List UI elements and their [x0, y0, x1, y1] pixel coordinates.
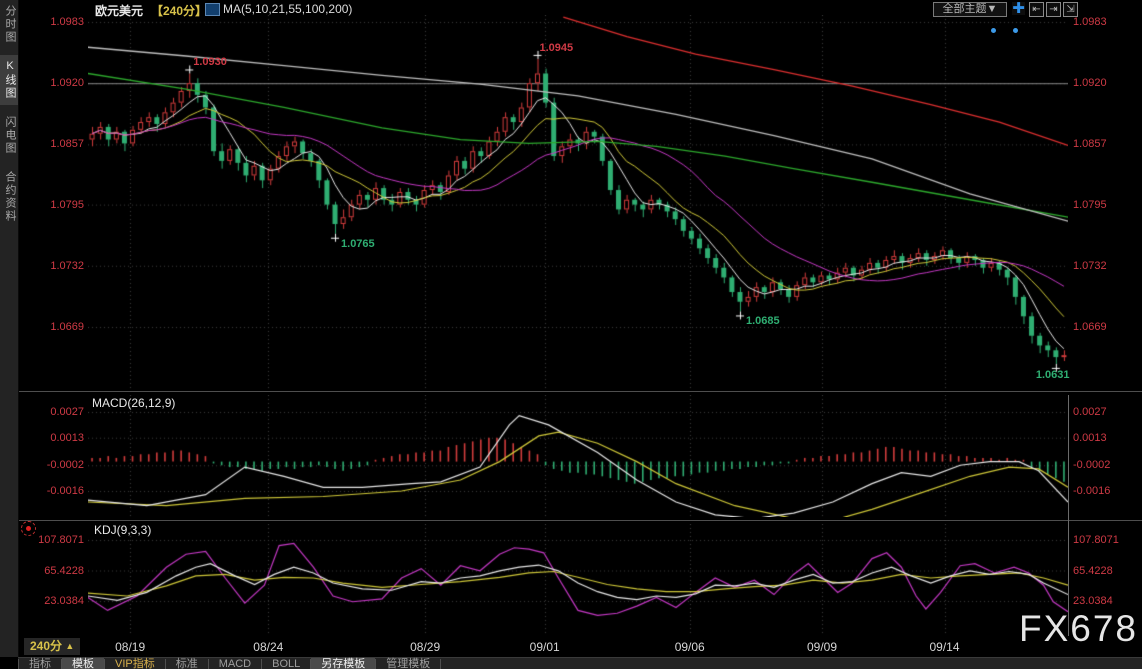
price-annotation: 1.0930: [193, 56, 227, 68]
panel-separator: [19, 391, 1142, 392]
ma-legend-text: MA(5,10,21,55,100,200): [223, 2, 352, 16]
toolbar-item-1[interactable]: 模板: [62, 658, 104, 669]
sidebar-tab-2[interactable]: 闪电图: [0, 111, 18, 160]
y-axis-label-right: 0.0013: [1073, 432, 1139, 444]
x-axis-row: 240分 ▲ 08/19 08/24 08/29 09/01 09/06 09/09 09/…: [19, 637, 1142, 657]
toolbar-item-6[interactable]: 另存模板: [311, 658, 375, 669]
y-axis-label-left: 1.0795: [20, 199, 84, 211]
y-axis-label-right: 1.0983: [1073, 16, 1139, 28]
main-candlestick-canvas[interactable]: [88, 15, 1068, 391]
bottom-toolbar: 指标模板VIP指标标准MACDBOLL另存模板管理模板: [18, 657, 1142, 669]
y-axis-label-left: 1.0732: [20, 260, 84, 272]
x-axis-label: 09/09: [807, 640, 837, 654]
y-axis-label-right: 1.0857: [1073, 138, 1139, 150]
price-annotation: 1.0765: [341, 238, 375, 250]
x-axis-label: 08/29: [410, 640, 440, 654]
y-axis-label-right: 107.8071: [1073, 534, 1139, 546]
y-axis-label-right: 23.0384: [1073, 595, 1139, 607]
y-axis-label-left: 65.4228: [20, 565, 84, 577]
sidebar-tab-1[interactable]: K线图: [0, 55, 18, 105]
y-axis-label-left: 23.0384: [20, 595, 84, 607]
y-axis-label-left: -0.0016: [20, 485, 84, 497]
y-axis-label-left: -0.0002: [20, 459, 84, 471]
y-axis-label-right: 1.0732: [1073, 260, 1139, 272]
x-axis-label: 08/19: [115, 640, 145, 654]
price-annotation: 1.0631: [1036, 369, 1070, 381]
y-axis-label-left: 0.0013: [20, 432, 84, 444]
panel-separator: [19, 520, 1142, 521]
macd-panel-label: MACD(26,12,9): [92, 396, 175, 410]
y-axis-label-left: 107.8071: [20, 534, 84, 546]
toolbar-item-7[interactable]: 管理模板: [376, 658, 440, 669]
x-axis-label: 09/06: [675, 640, 705, 654]
toolbar-item-2[interactable]: VIP指标: [105, 658, 165, 669]
x-axis-label: 08/24: [253, 640, 283, 654]
x-axis-label: 09/14: [930, 640, 960, 654]
y-axis-label-right: 1.0669: [1073, 321, 1139, 333]
toolbar-item-5[interactable]: BOLL: [262, 658, 310, 669]
price-annotation: 1.0685: [746, 315, 780, 327]
y-axis-label-left: 0.0027: [20, 406, 84, 418]
move-crosshair-icon[interactable]: ✚: [1012, 2, 1025, 15]
y-axis-label-right: 1.0795: [1073, 199, 1139, 211]
y-axis-label-right: 1.0920: [1073, 77, 1139, 89]
price-annotation: 1.0945: [540, 42, 574, 54]
right-axis-line: [1068, 395, 1069, 636]
y-axis-label-left: 1.0857: [20, 138, 84, 150]
chart-type-sidebar: 分时图 K线图闪电图合约资料: [0, 0, 19, 657]
macd-panel-canvas[interactable]: [88, 395, 1068, 517]
y-axis-label-right: 0.0027: [1073, 406, 1139, 418]
kdj-panel-canvas[interactable]: [88, 524, 1068, 636]
x-axis-label: 09/01: [530, 640, 560, 654]
fx678-watermark: FX678: [1019, 608, 1138, 650]
y-axis-label-right: -0.0002: [1073, 459, 1139, 471]
chart-application: 分时图K线图闪电图合约资料 欧元美元 【240分】 MA(5,10,21,55,…: [0, 0, 1142, 669]
toolbar-item-4[interactable]: MACD: [209, 658, 261, 669]
period-selector-button[interactable]: 240分 ▲: [24, 638, 80, 655]
toolbar-separator: [440, 659, 441, 669]
sidebar-tab-3[interactable]: 合约资料: [0, 166, 18, 228]
y-axis-label-right: 65.4228: [1073, 565, 1139, 577]
y-axis-label-right: -0.0016: [1073, 485, 1139, 497]
toolbar-item-3[interactable]: 标准: [166, 658, 208, 669]
sidebar-tab-0[interactable]: 分时图: [0, 0, 18, 49]
kdj-panel-label: KDJ(9,3,3): [94, 523, 151, 537]
y-axis-label-left: 1.0920: [20, 77, 84, 89]
toolbar-item-0[interactable]: 指标: [19, 658, 61, 669]
y-axis-label-left: 1.0983: [20, 16, 84, 28]
y-axis-label-left: 1.0669: [20, 321, 84, 333]
